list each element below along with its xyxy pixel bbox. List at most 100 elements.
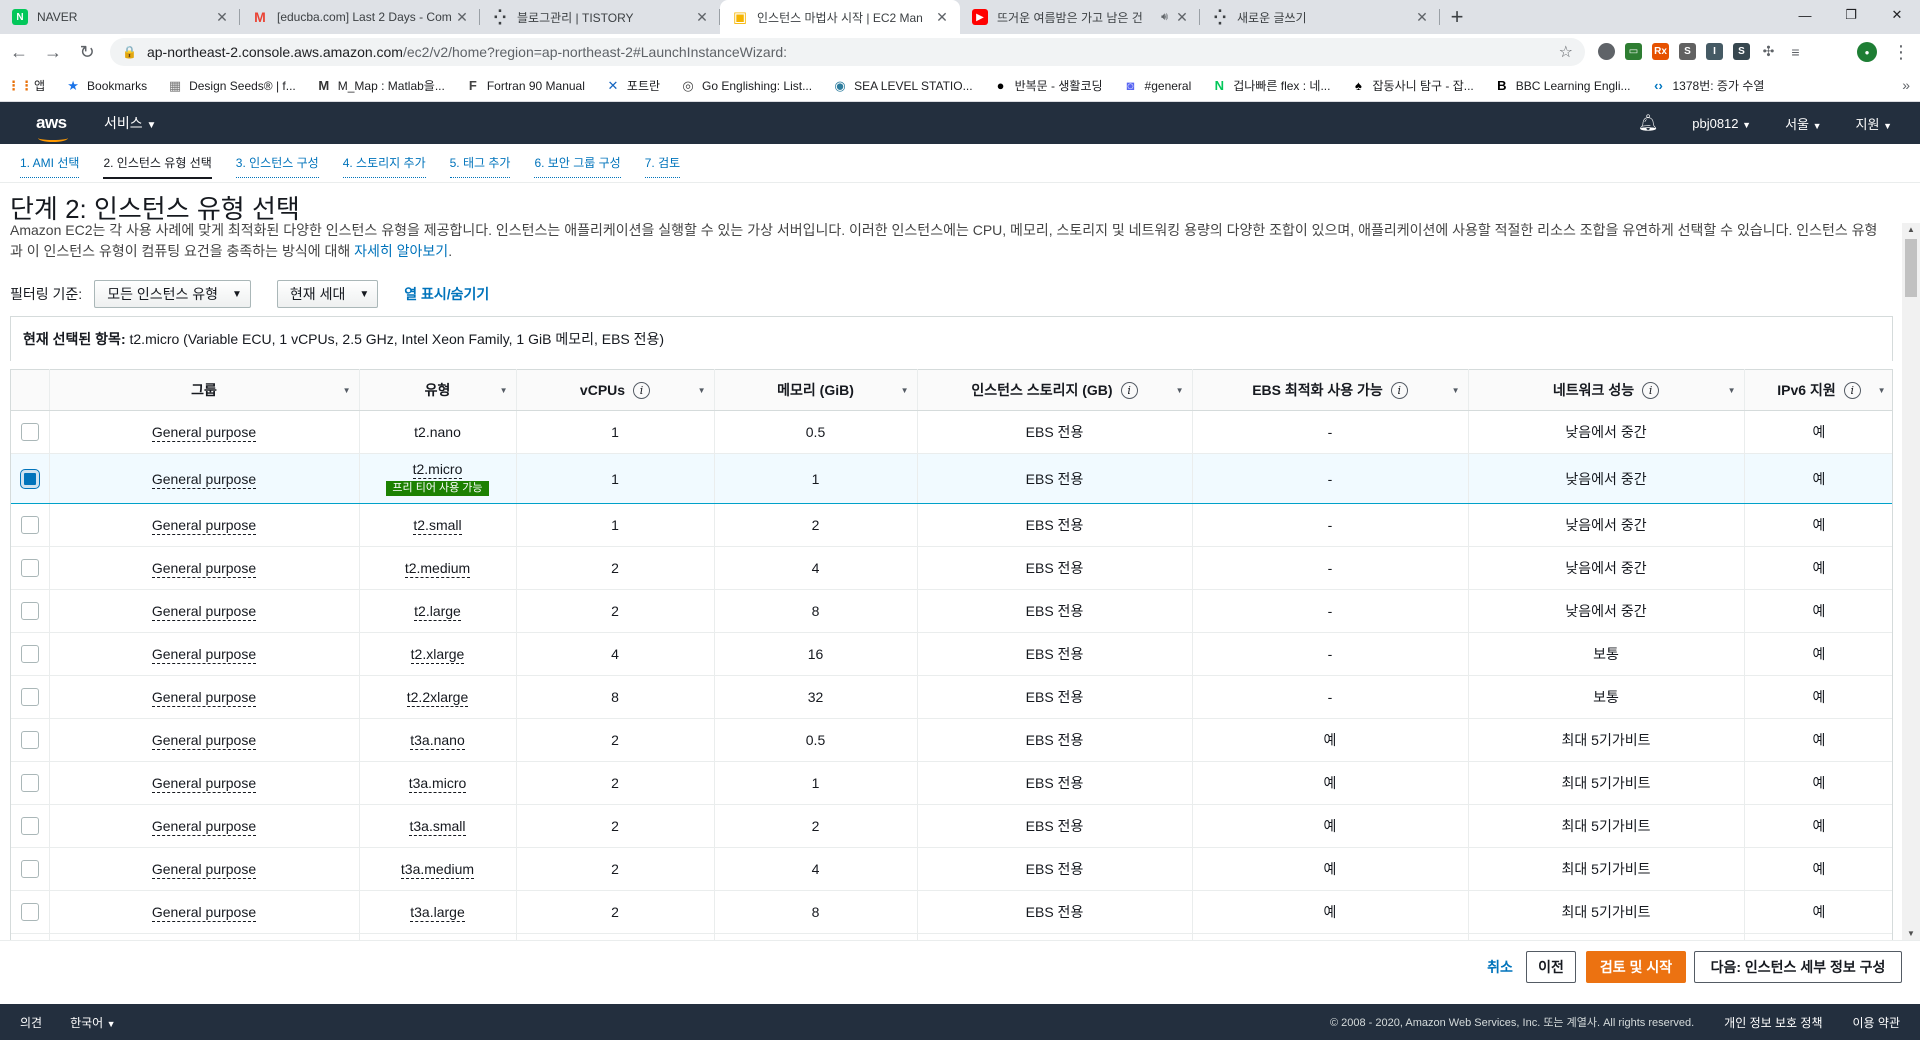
table-row[interactable]: General purpose t2.nano 1 0.5 EBS 전용 - 낮음에서 중간…	[11, 410, 1892, 454]
row-checkbox[interactable]	[20, 423, 39, 442]
bookmark-item[interactable]: ♠ 잡동사니 탐구 - 잡...	[1350, 77, 1474, 94]
back-icon[interactable]: ←	[4, 37, 34, 67]
extension-rx-icon[interactable]: Rx	[1652, 43, 1669, 60]
feedback-link[interactable]: 의견	[20, 1014, 42, 1031]
row-checkbox[interactable]	[20, 817, 39, 836]
group-name[interactable]: General purpose	[151, 646, 257, 664]
wizard-step-5[interactable]: 5. 태그 추가	[449, 148, 511, 178]
info-icon[interactable]: i	[1120, 381, 1138, 399]
previous-button[interactable]: 이전	[1526, 951, 1576, 983]
page-scrollbar[interactable]: ▲ ▼	[1902, 223, 1920, 940]
sort-caret-icon[interactable]: ▼	[1728, 386, 1736, 395]
instance-type[interactable]: t2.nano	[414, 424, 461, 440]
row-checkbox[interactable]	[20, 645, 39, 664]
bookmark-item[interactable]: B BBC Learning Engli...	[1494, 78, 1630, 94]
instance-type[interactable]: t3a.small	[409, 817, 466, 836]
column-header[interactable]: 유형 ▼	[359, 369, 517, 411]
close-tab-icon[interactable]: ✕	[694, 9, 710, 26]
region-menu[interactable]: 서울 ▼	[1785, 114, 1821, 133]
extension-s-icon[interactable]: S	[1679, 43, 1696, 60]
extension-s2-icon[interactable]: S	[1733, 43, 1750, 60]
extension-screen-icon[interactable]: ▭	[1625, 43, 1642, 60]
column-header[interactable]: 그룹 ▼	[49, 369, 360, 411]
group-name[interactable]: General purpose	[151, 689, 257, 707]
info-icon[interactable]: i	[1390, 381, 1408, 399]
bookmark-item[interactable]: ⋮⋮ 앱	[7, 77, 45, 94]
table-row[interactable]: General purpose t3a.large 2 8 EBS 전용 예 최대 5기가비…	[11, 890, 1892, 934]
sort-caret-icon[interactable]: ▼	[343, 386, 351, 395]
column-header[interactable]: 네트워크 성능 i ▼	[1468, 369, 1745, 411]
browser-tab[interactable]: M [educba.com] Last 2 Days - Com ✕	[240, 0, 480, 34]
group-name[interactable]: General purpose	[151, 904, 257, 922]
bookmark-star-icon[interactable]: ☆	[1559, 42, 1573, 62]
instance-type[interactable]: t2.medium	[404, 559, 471, 578]
browser-tab[interactable]: ▶ 뜨거운 여름밤은 가고 남은 건 🔊︎ ✕	[960, 0, 1200, 34]
browser-menu-icon[interactable]: ⋮	[1892, 42, 1910, 63]
next-configure-details-button[interactable]: 다음: 인스턴스 세부 정보 구성	[1694, 951, 1902, 983]
row-checkbox[interactable]	[20, 469, 39, 488]
bookmark-item[interactable]: ✕ 포트란	[605, 77, 660, 94]
table-row[interactable]: General purpose t2.micro 프리 티어 사용 가능 1 1 EBS …	[11, 453, 1892, 504]
table-row[interactable]: General purpose t3a.micro 2 1 EBS 전용 예 최대 5기가비…	[11, 761, 1892, 805]
lock-icon[interactable]: 🔒	[122, 45, 137, 59]
group-name[interactable]: General purpose	[151, 470, 257, 489]
table-row[interactable]: General purpose t2.2xlarge 8 32 EBS 전용 - 보통 예	[11, 675, 1892, 719]
services-menu[interactable]: 서비스 ▼	[104, 113, 156, 133]
aws-logo[interactable]: aws	[36, 113, 72, 142]
bookmark-item[interactable]: ‹› 1378번: 증가 수열	[1651, 77, 1764, 94]
restore-icon[interactable]: ❐	[1828, 0, 1874, 30]
review-and-launch-button[interactable]: 검토 및 시작	[1586, 951, 1686, 983]
table-row[interactable]: General purpose t2.medium 2 4 EBS 전용 - 낮음에서 중간…	[11, 546, 1892, 590]
row-checkbox[interactable]	[20, 516, 39, 535]
sort-caret-icon[interactable]: ▼	[1878, 386, 1886, 395]
bookmark-item[interactable]: ▦ Design Seeds® | f...	[167, 78, 296, 94]
row-checkbox[interactable]	[20, 860, 39, 879]
instance-type[interactable]: t2.large	[414, 602, 461, 621]
row-checkbox[interactable]	[20, 688, 39, 707]
table-row[interactable]: General purpose t2.xlarge 4 16 EBS 전용 - 보통 예	[11, 632, 1892, 676]
language-selector[interactable]: 한국어 ▼	[70, 1014, 115, 1031]
bookmark-item[interactable]: F Fortran 90 Manual	[465, 78, 585, 94]
forward-icon[interactable]: →	[38, 37, 68, 67]
table-row[interactable]: General purpose t2.small 1 2 EBS 전용 - 낮음에서 중간 예	[11, 503, 1892, 547]
group-name[interactable]: General purpose	[151, 517, 257, 535]
column-header[interactable]: IPv6 지원 i ▼	[1744, 369, 1892, 411]
bookmark-item[interactable]: ◎ Go Englishing: List...	[680, 78, 812, 94]
minimize-icon[interactable]: —	[1782, 0, 1828, 30]
table-row[interactable]: General purpose t2.large 2 8 EBS 전용 - 낮음에서 중간 예	[11, 589, 1892, 633]
extensions-puzzle-icon[interactable]: ✣	[1760, 43, 1777, 60]
scroll-up-icon[interactable]: ▲	[1907, 225, 1915, 234]
bookmark-item[interactable]: ● 반복문 - 생활코딩	[993, 77, 1103, 94]
sort-caret-icon[interactable]: ▼	[500, 386, 508, 395]
bookmark-item[interactable]: ◙ #general	[1123, 78, 1192, 94]
group-name[interactable]: General purpose	[151, 861, 257, 879]
more-bookmarks-icon[interactable]: »	[1902, 77, 1910, 93]
info-icon[interactable]: i	[1843, 381, 1861, 399]
table-row[interactable]: General purpose t3a.nano 2 0.5 EBS 전용 예 최대 5기가…	[11, 718, 1892, 762]
show-hide-columns-link[interactable]: 열 표시/숨기기	[404, 284, 489, 304]
extension-i-icon[interactable]: I	[1706, 43, 1723, 60]
instance-type[interactable]: t3a.nano	[410, 731, 465, 750]
info-icon[interactable]: i	[1642, 381, 1660, 399]
column-header[interactable]: vCPUs i ▼	[516, 369, 715, 411]
sort-caret-icon[interactable]: ▼	[1176, 386, 1184, 395]
support-menu[interactable]: 지원 ▼	[1856, 114, 1892, 133]
row-checkbox[interactable]	[20, 731, 39, 750]
generation-select[interactable]: 현재 세대 ▼	[276, 280, 379, 308]
cancel-button[interactable]: 취소	[1478, 951, 1522, 983]
info-icon[interactable]: i	[633, 381, 651, 399]
browser-tab[interactable]: ⁛ 새로운 글쓰기 ✕	[1200, 0, 1440, 34]
close-tab-icon[interactable]: ✕	[454, 9, 470, 26]
instance-family-select[interactable]: 모든 인스턴스 유형 ▼	[94, 280, 251, 308]
table-row[interactable]: General purpose t3a.medium 2 4 EBS 전용 예 최대 5기가…	[11, 847, 1892, 891]
instance-type[interactable]: t2.2xlarge	[406, 688, 469, 707]
extension-circle-icon[interactable]	[1598, 43, 1615, 60]
close-tab-icon[interactable]: ✕	[934, 9, 950, 26]
close-tab-icon[interactable]: ✕	[1414, 9, 1430, 26]
group-name[interactable]: General purpose	[151, 603, 257, 621]
close-tab-icon[interactable]: ✕	[1174, 9, 1190, 26]
profile-avatar[interactable]: ●	[1857, 42, 1877, 62]
bookmark-item[interactable]: ★ Bookmarks	[65, 78, 147, 94]
reload-icon[interactable]: ↻	[72, 37, 102, 67]
new-tab-button[interactable]: +	[1440, 0, 1474, 34]
